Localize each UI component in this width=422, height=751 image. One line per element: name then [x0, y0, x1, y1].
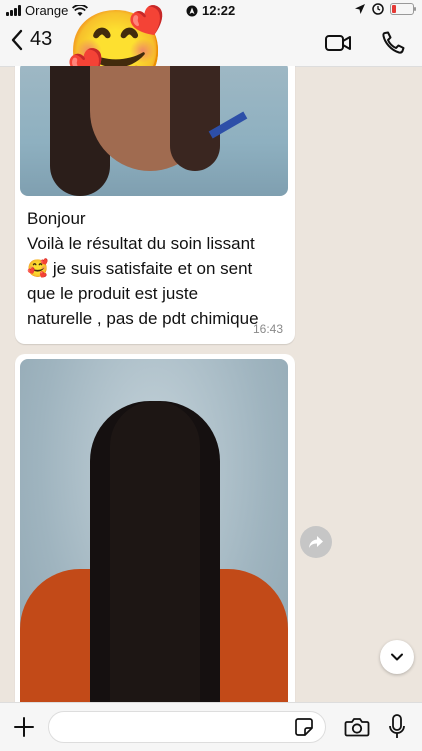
message-input[interactable] — [48, 711, 326, 743]
camera-icon[interactable] — [344, 715, 370, 739]
header-actions — [324, 30, 408, 56]
message-bubble[interactable]: Bonjour Voilà le résultat du soin lissan… — [15, 66, 295, 403]
status-bar: Orange 12:22 — [0, 0, 422, 22]
message-photo[interactable] — [20, 66, 288, 196]
message-photo[interactable] — [20, 359, 288, 706]
message-bubble[interactable] — [15, 354, 295, 706]
back-chevron-icon — [11, 29, 23, 50]
scroll-down-button[interactable] — [380, 640, 414, 674]
forward-icon — [309, 536, 323, 548]
input-bar — [0, 702, 422, 751]
sticker-icon[interactable] — [294, 717, 314, 737]
back-button[interactable]: 43 — [10, 28, 52, 51]
chat-area[interactable]: Bonjour Voilà le résultat du soin lissan… — [0, 66, 422, 706]
message-time: 16:43 — [252, 322, 283, 336]
video-call-icon[interactable] — [324, 30, 352, 56]
location-icon — [186, 5, 198, 16]
alarm-icon — [372, 3, 384, 15]
status-center: 12:22 — [186, 3, 235, 18]
chat-header: 43 🥰 — [0, 7, 422, 96]
battery-icon — [390, 3, 416, 15]
phone-icon[interactable] — [380, 30, 408, 56]
carrier-label: Orange — [25, 3, 69, 18]
location-arrow-icon — [355, 4, 365, 14]
mic-icon[interactable] — [388, 713, 406, 741]
back-count: 43 — [30, 28, 53, 50]
forward-button[interactable] — [300, 526, 332, 558]
clock: 12:22 — [202, 3, 236, 18]
plus-icon[interactable] — [12, 715, 36, 739]
signal-icon — [6, 5, 21, 16]
status-right — [354, 3, 416, 15]
chevron-down-icon — [391, 653, 403, 661]
